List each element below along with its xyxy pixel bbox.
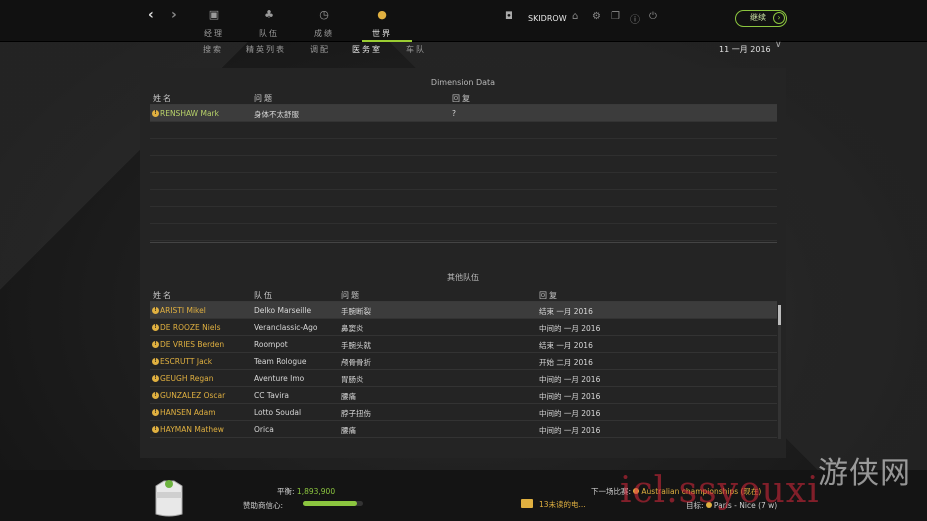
- power-icon[interactable]: ⏻: [649, 11, 657, 22]
- injury-icon: !: [152, 358, 159, 365]
- chevron-left-icon[interactable]: ‹: [148, 7, 154, 23]
- balance-label: 平衡: 1,893,900: [277, 487, 336, 496]
- sponsor-confidence-fill: [303, 501, 357, 506]
- tab-results[interactable]: ◷ 成绩: [304, 8, 344, 39]
- header-recovery[interactable]: 回复: [539, 290, 559, 301]
- table-row[interactable]: ! HANSEN Adam Lotto Soudal 脖子扭伤 中间的 一月 2…: [150, 404, 777, 421]
- arrow-right-icon: ›: [773, 12, 785, 24]
- sponsor-confidence-bar: [303, 501, 363, 506]
- subtab-teams[interactable]: 车队: [406, 44, 426, 55]
- tab-manager[interactable]: ▣ 经理: [194, 8, 234, 39]
- team-icon: ♣: [264, 8, 274, 21]
- watermark-logo: 游侠网: [818, 456, 911, 491]
- tab-team[interactable]: ♣ 队伍: [249, 8, 289, 39]
- injury-icon: !: [152, 324, 159, 331]
- empty-row: [150, 224, 777, 241]
- table-row[interactable]: ! RENSHAW Mark 身体不太舒服 ?: [150, 105, 777, 122]
- injury-icon: !: [152, 307, 159, 314]
- table-row[interactable]: ! ARISTI Mikel Delko Marseille 手腕断裂 结束 一…: [150, 302, 777, 319]
- tab-world[interactable]: ● 世界: [362, 8, 412, 42]
- mail-icon[interactable]: [521, 499, 533, 508]
- infirmary-panel: Dimension Data 姓名 问题 回复 ! RENSHAW Mark 身…: [140, 68, 786, 458]
- scrollbar-track[interactable]: [778, 305, 781, 439]
- table-row[interactable]: ! ESCRUTT Jack Team Rologue 颅骨骨折 开始 二月 2…: [150, 353, 777, 370]
- empty-row: [150, 190, 777, 207]
- watermark-text: icl.ssyouxi: [620, 470, 820, 511]
- table-row[interactable]: ! HAYMAN Mathew Orica 腰痛 中间的 一月 2016: [150, 421, 777, 438]
- home-icon[interactable]: ⌂: [572, 11, 578, 22]
- user-name: SKIDROW: [528, 14, 567, 23]
- continue-button[interactable]: 继续 ›: [735, 10, 787, 27]
- unread-mail-link[interactable]: 13未读的电...: [539, 499, 586, 510]
- table-row[interactable]: ! DE ROOZE Niels Veranclassic-Ago 鼻窦炎 中间…: [150, 319, 777, 336]
- injury-icon: !: [152, 392, 159, 399]
- balance-value: 1,893,900: [296, 487, 336, 496]
- help-icon[interactable]: ⓘ: [630, 11, 640, 26]
- gear-icon[interactable]: ⚙: [592, 11, 601, 22]
- empty-row: [150, 139, 777, 156]
- other-teams-header: 姓名 队伍 问题 回复: [150, 288, 777, 305]
- globe-icon: ●: [377, 8, 387, 21]
- header-issue[interactable]: 问题: [254, 93, 274, 104]
- empty-row: [150, 122, 777, 139]
- divider: [150, 242, 777, 243]
- chevron-down-icon[interactable]: ∨: [775, 40, 782, 50]
- header-name[interactable]: 姓名: [153, 93, 173, 108]
- subtab-search[interactable]: 搜索: [203, 44, 223, 55]
- subtab-elite-list[interactable]: 精英列表: [246, 44, 286, 55]
- current-date: 11 一月 2016: [719, 45, 771, 54]
- table-row[interactable]: ! DE VRIES Berden Roompot 手腕头就 结束 一月 201…: [150, 336, 777, 353]
- team-jersey-icon[interactable]: [152, 478, 186, 518]
- stopwatch-icon: ◷: [319, 8, 329, 21]
- injury-icon: !: [152, 426, 159, 433]
- subtab-infirmary[interactable]: 医务室: [352, 44, 382, 55]
- empty-row: [150, 156, 777, 173]
- sponsor-confidence-label: 赞助商信心:: [243, 501, 284, 510]
- scrollbar-thumb[interactable]: [778, 305, 781, 325]
- header-recovery[interactable]: 回复: [452, 93, 472, 104]
- header-team[interactable]: 队伍: [254, 290, 274, 301]
- own-team-title: Dimension Data: [430, 78, 496, 87]
- header-issue[interactable]: 问题: [341, 290, 361, 301]
- user-icon[interactable]: ◘: [505, 11, 513, 22]
- empty-row: [150, 173, 777, 190]
- copy-icon[interactable]: ❐: [611, 11, 620, 22]
- table-row[interactable]: ! GUNZALEZ Oscar CC Tavira 腰痛 中间的 一月 201…: [150, 387, 777, 404]
- briefcase-icon: ▣: [208, 8, 220, 21]
- injury-icon: !: [152, 110, 159, 117]
- own-team-header: 姓名 问题 回复: [150, 91, 777, 108]
- other-teams-title: 其他队伍: [447, 273, 479, 282]
- injury-icon: !: [152, 375, 159, 382]
- table-row[interactable]: ! GEUGH Regan Aventure Imo 胃肠炎 中间的 一月 20…: [150, 370, 777, 387]
- injury-icon: !: [152, 341, 159, 348]
- injury-icon: !: [152, 409, 159, 416]
- empty-row: [150, 207, 777, 224]
- top-bar: ‹ › ▣ 经理 ♣ 队伍 ◷ 成绩 ● 世界 ◘ SKIDROW ⌂ ⚙ ❐ …: [0, 0, 927, 42]
- subtab-transfer[interactable]: 调配: [310, 44, 330, 55]
- header-name[interactable]: 姓名: [153, 290, 173, 305]
- chevron-right-icon[interactable]: ›: [171, 7, 177, 23]
